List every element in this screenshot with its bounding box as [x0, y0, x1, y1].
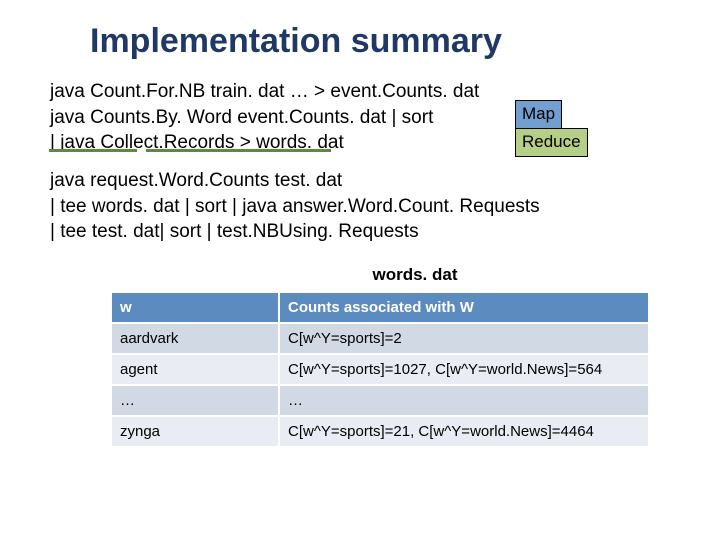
- table-cell: aardvark: [111, 323, 279, 354]
- table-cell: C[w^Y=sports]=2: [279, 323, 649, 354]
- table-row: agent C[w^Y=sports]=1027, C[w^Y=world.Ne…: [111, 354, 649, 385]
- code-line: java request.Word.Counts test. dat: [50, 168, 670, 194]
- words-table: w Counts associated with W aardvark C[w^…: [110, 291, 650, 448]
- code-block-1: java Count.For.NB train. dat … > event.C…: [0, 79, 650, 156]
- table-header: w: [111, 292, 279, 323]
- table-cell: agent: [111, 354, 279, 385]
- slide-title: Implementation summary: [0, 0, 720, 79]
- underline-decoration: [49, 149, 137, 152]
- table-cell: …: [279, 385, 649, 416]
- reduce-badge: Reduce: [515, 128, 588, 157]
- map-badge: Map: [515, 100, 562, 129]
- table-row: aardvark C[w^Y=sports]=2: [111, 323, 649, 354]
- table-cell: C[w^Y=sports]=21, C[w^Y=world.News]=4464: [279, 416, 649, 447]
- code-line: | tee words. dat | sort | java answer.Wo…: [50, 194, 670, 220]
- table-caption: words. dat: [0, 245, 720, 291]
- table-row: … …: [111, 385, 649, 416]
- code-line: | tee test. dat| sort | test.NBUsing. Re…: [50, 219, 670, 245]
- table-cell: zynga: [111, 416, 279, 447]
- table-header-row: w Counts associated with W: [111, 292, 649, 323]
- code-block-2: java request.Word.Counts test. dat | tee…: [0, 156, 670, 245]
- table-header: Counts associated with W: [279, 292, 649, 323]
- table-cell: C[w^Y=sports]=1027, C[w^Y=world.News]=56…: [279, 354, 649, 385]
- underline-decoration: [146, 149, 331, 152]
- table-row: zynga C[w^Y=sports]=21, C[w^Y=world.News…: [111, 416, 649, 447]
- table-cell: …: [111, 385, 279, 416]
